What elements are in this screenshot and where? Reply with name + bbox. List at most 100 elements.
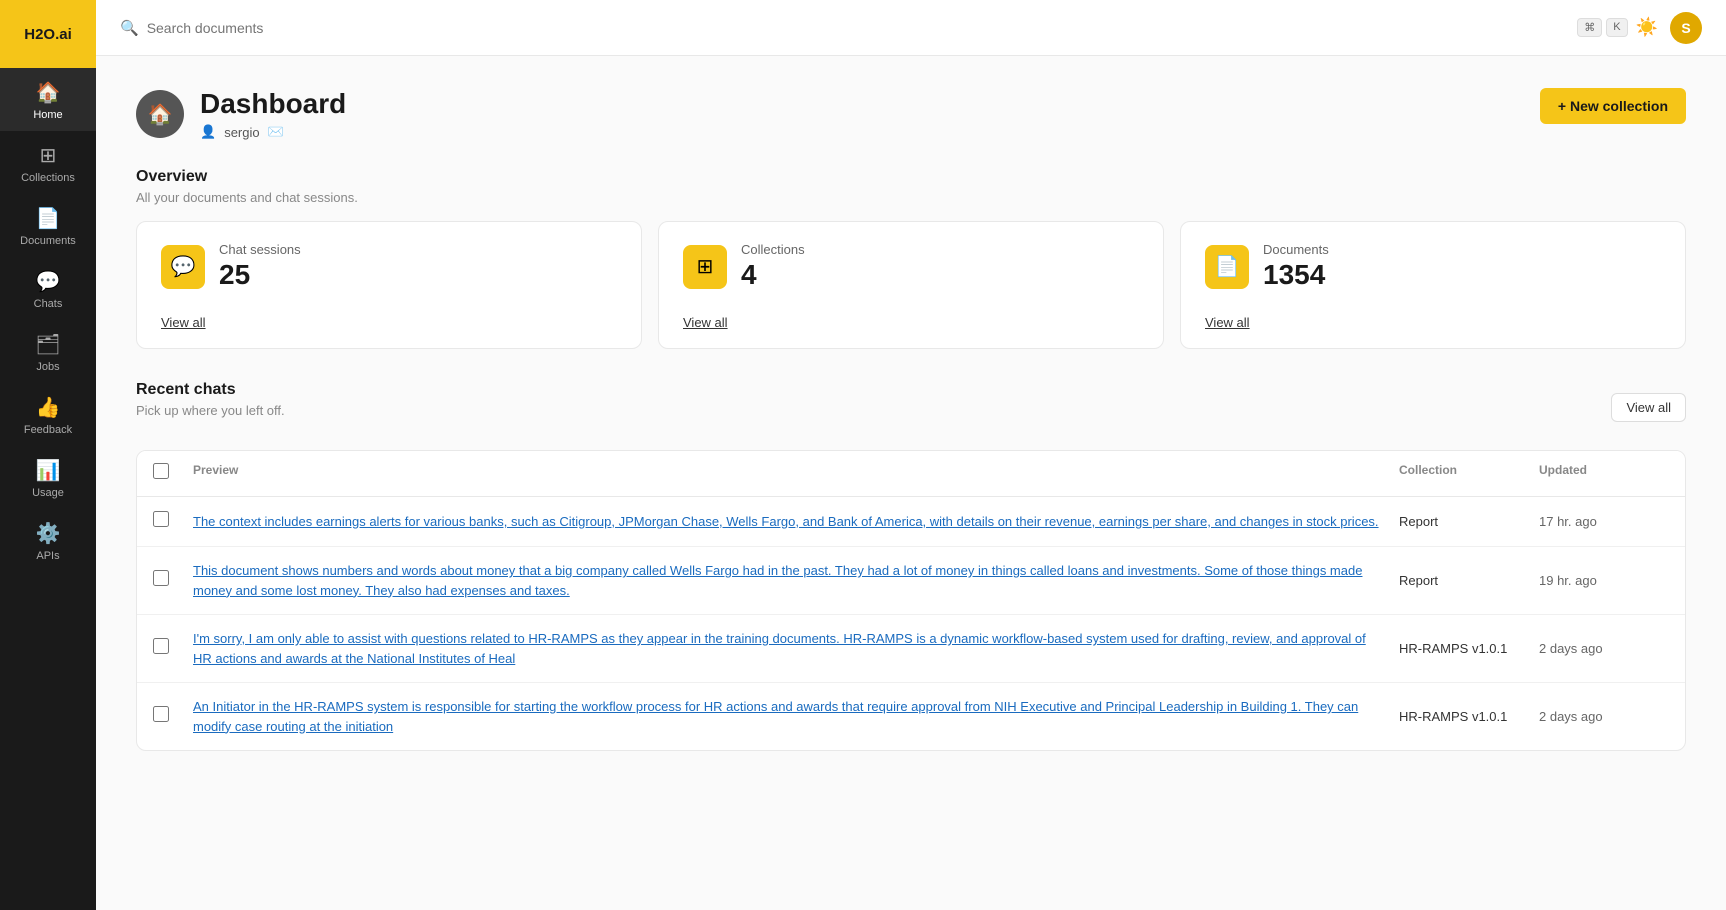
recent-chats-view-all-button[interactable]: View all <box>1611 393 1686 422</box>
stat-label-block: Chat sessions 25 <box>219 242 301 291</box>
stat-card-chats: 💬 Chat sessions 25 View all <box>136 221 642 349</box>
view-all-label: View all <box>1626 400 1671 415</box>
main-area: 🔍 ⌘ K ☀️ S 🏠 Dashboard 👤 sergio ✉️ <box>96 0 1726 910</box>
topbar: 🔍 ⌘ K ☀️ S <box>96 0 1726 56</box>
stat-icon-row: ⊞ Collections 4 <box>683 242 1139 291</box>
collections-view-all[interactable]: View all <box>683 315 728 330</box>
email-icon: ✉️ <box>268 124 284 140</box>
row-preview-text[interactable]: This document shows numbers and words ab… <box>193 561 1399 600</box>
sidebar: H2O.ai 🏠 Home ⊞ Collections 📄 Documents … <box>0 0 96 910</box>
collections-label: Collections <box>741 242 805 257</box>
documents-label: Documents <box>1263 242 1329 257</box>
row-updated-time: 17 hr. ago <box>1539 514 1669 529</box>
apis-icon: ⚙️ <box>36 521 61 546</box>
kbd-cmd: ⌘ <box>1577 18 1602 37</box>
row-select-checkbox[interactable] <box>153 511 169 527</box>
jobs-icon: 🗂 <box>35 332 60 357</box>
row-collection-name: HR-RAMPS v1.0.1 <box>1399 641 1539 656</box>
row-collection-name: Report <box>1399 514 1539 529</box>
documents-value: 1354 <box>1263 259 1329 291</box>
row-updated-time: 19 hr. ago <box>1539 573 1669 588</box>
sidebar-item-label: Chats <box>34 298 63 310</box>
row-checkbox-cell <box>153 511 193 532</box>
chats-icon: 💬 <box>36 269 61 294</box>
table-row: An Initiator in the HR-RAMPS system is r… <box>137 683 1685 750</box>
dashboard-title-row: 🏠 Dashboard 👤 sergio ✉️ <box>136 88 346 140</box>
stats-row: 💬 Chat sessions 25 View all ⊞ Collection… <box>136 221 1686 349</box>
user-icon: 👤 <box>200 124 216 140</box>
table-row: The context includes earnings alerts for… <box>137 497 1685 547</box>
stat-icon-row: 📄 Documents 1354 <box>1205 242 1661 291</box>
documents-stat-icon: 📄 <box>1205 245 1249 289</box>
col-header-updated: Updated <box>1539 463 1669 484</box>
sidebar-item-label: Usage <box>32 487 64 499</box>
user-avatar[interactable]: S <box>1670 12 1702 44</box>
row-select-checkbox[interactable] <box>153 570 169 586</box>
row-preview-text[interactable]: The context includes earnings alerts for… <box>193 512 1399 532</box>
theme-toggle-icon[interactable]: ☀️ <box>1636 17 1658 38</box>
sidebar-item-collections[interactable]: ⊞ Collections <box>0 131 96 194</box>
stat-card-documents: 📄 Documents 1354 View all <box>1180 221 1686 349</box>
row-checkbox-cell <box>153 706 193 727</box>
recent-chats-header: Recent chats Pick up where you left off.… <box>136 381 1686 434</box>
kbd-k: K <box>1606 18 1627 37</box>
logo[interactable]: H2O.ai <box>0 0 96 68</box>
sidebar-item-label: Home <box>33 109 62 121</box>
dashboard-header: 🏠 Dashboard 👤 sergio ✉️ + New collection <box>136 88 1686 140</box>
sidebar-item-label: Jobs <box>36 361 59 373</box>
sidebar-item-feedback[interactable]: 👍 Feedback <box>0 383 96 446</box>
select-all-checkbox[interactable] <box>153 463 169 479</box>
sidebar-item-chats[interactable]: 💬 Chats <box>0 257 96 320</box>
sidebar-item-documents[interactable]: 📄 Documents <box>0 194 96 257</box>
stat-label-block: Documents 1354 <box>1263 242 1329 291</box>
sidebar-item-apis[interactable]: ⚙️ APIs <box>0 509 96 572</box>
header-checkbox-cell <box>153 463 193 484</box>
username: sergio <box>224 125 259 140</box>
new-collection-label: + New collection <box>1558 98 1668 114</box>
chat-sessions-view-all[interactable]: View all <box>161 315 206 330</box>
row-select-checkbox[interactable] <box>153 638 169 654</box>
sidebar-item-home[interactable]: 🏠 Home <box>0 68 96 131</box>
sidebar-item-jobs[interactable]: 🗂 Jobs <box>0 320 96 383</box>
page-title: Dashboard <box>200 88 346 120</box>
logo-text: H2O.ai <box>24 26 72 43</box>
content-area: 🏠 Dashboard 👤 sergio ✉️ + New collection… <box>96 56 1726 910</box>
chats-table: Preview Collection Updated The context i… <box>136 450 1686 751</box>
row-collection-name: HR-RAMPS v1.0.1 <box>1399 709 1539 724</box>
documents-icon: 📄 <box>36 206 61 231</box>
overview-subtitle: All your documents and chat sessions. <box>136 190 1686 205</box>
stat-card-collections: ⊞ Collections 4 View all <box>658 221 1164 349</box>
sidebar-item-label: Documents <box>20 235 76 247</box>
collections-icon: ⊞ <box>40 143 57 168</box>
recent-chats-title: Recent chats <box>136 381 285 399</box>
overview-title: Overview <box>136 168 1686 186</box>
usage-icon: 📊 <box>36 458 61 483</box>
table-row: This document shows numbers and words ab… <box>137 547 1685 615</box>
table-row: I'm sorry, I am only able to assist with… <box>137 615 1685 683</box>
chat-sessions-value: 25 <box>219 259 301 291</box>
dashboard-meta: 👤 sergio ✉️ <box>200 124 346 140</box>
row-updated-time: 2 days ago <box>1539 641 1669 656</box>
new-collection-button[interactable]: + New collection <box>1540 88 1686 124</box>
sidebar-item-label: Collections <box>21 172 75 184</box>
sidebar-item-label: Feedback <box>24 424 72 436</box>
collections-value: 4 <box>741 259 805 291</box>
row-preview-text[interactable]: An Initiator in the HR-RAMPS system is r… <box>193 697 1399 736</box>
table-header: Preview Collection Updated <box>137 451 1685 497</box>
documents-view-all[interactable]: View all <box>1205 315 1250 330</box>
recent-chats-subtitle: Pick up where you left off. <box>136 403 285 418</box>
dashboard-title-block: Dashboard 👤 sergio ✉️ <box>200 88 346 140</box>
search-input[interactable] <box>147 20 1570 36</box>
col-header-collection: Collection <box>1399 463 1539 484</box>
collections-stat-icon: ⊞ <box>683 245 727 289</box>
row-collection-name: Report <box>1399 573 1539 588</box>
dashboard-icon: 🏠 <box>136 90 184 138</box>
stat-icon-row: 💬 Chat sessions 25 <box>161 242 617 291</box>
row-updated-time: 2 days ago <box>1539 709 1669 724</box>
search-icon: 🔍 <box>120 19 139 37</box>
col-header-preview: Preview <box>193 463 1399 484</box>
sidebar-item-usage[interactable]: 📊 Usage <box>0 446 96 509</box>
row-select-checkbox[interactable] <box>153 706 169 722</box>
keyboard-hints: ⌘ K <box>1577 18 1627 37</box>
row-preview-text[interactable]: I'm sorry, I am only able to assist with… <box>193 629 1399 668</box>
